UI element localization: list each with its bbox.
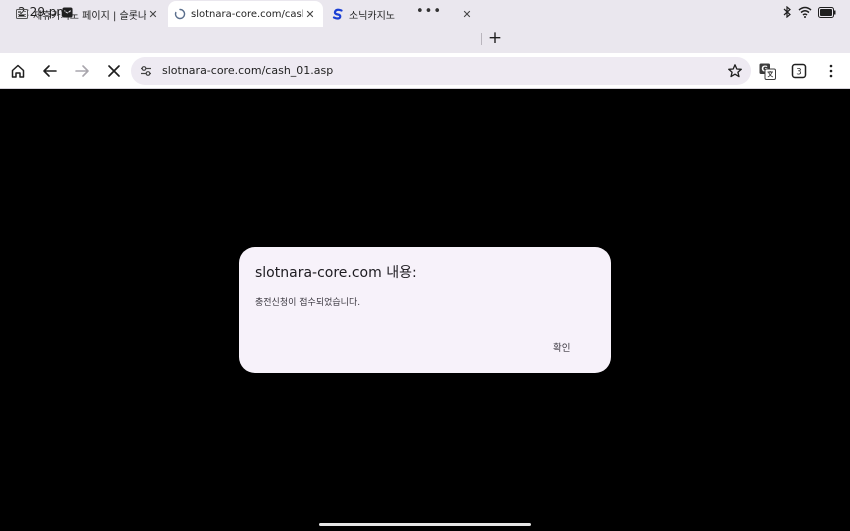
wifi-icon — [798, 6, 812, 18]
status-icons — [782, 6, 836, 18]
tab-title: 제휴카지노 페이지 | 슬롯나라 — [33, 10, 146, 22]
bluetooth-icon — [783, 6, 791, 18]
loading-spinner-icon — [174, 8, 186, 20]
tab-count-icon: 3 — [791, 63, 807, 79]
tab-switcher-button[interactable]: 3 — [789, 61, 809, 81]
tab-cash-page[interactable]: slotnara-core.com/cash_01.asp ✕ — [168, 1, 323, 27]
menu-button[interactable] — [821, 61, 841, 81]
translate-icon: G — [759, 63, 776, 80]
tab-separator — [481, 33, 482, 45]
more-vert-icon — [829, 64, 833, 78]
tab-affiliate-casino[interactable]: 제휴카지노 페이지 | 슬롯나라 ✕ — [10, 1, 166, 27]
dialog-title: slotnara-core.com 내용: — [255, 265, 417, 281]
url-text[interactable]: slotnara-core.com/cash_01.asp — [162, 64, 333, 77]
close-icon — [108, 65, 120, 77]
home-icon — [11, 64, 25, 78]
tab-close-icon[interactable]: ✕ — [303, 7, 317, 21]
tab-close-icon[interactable]: ✕ — [460, 7, 474, 21]
forward-button[interactable] — [72, 61, 92, 81]
back-arrow-icon — [43, 65, 57, 77]
sonic-favicon-icon — [332, 8, 343, 20]
site-settings-icon[interactable] — [140, 65, 152, 77]
tab-strip — [0, 26, 850, 53]
tab-count: 3 — [796, 68, 801, 78]
translate-button[interactable]: G — [757, 61, 777, 81]
back-button[interactable] — [40, 61, 60, 81]
new-tab-button[interactable]: + — [486, 29, 504, 47]
stop-loading-button[interactable] — [104, 61, 124, 81]
tab-close-icon[interactable]: ✕ — [146, 7, 160, 21]
browser-toolbar: slotnara-core.com/cash_01.asp G 3 — [0, 53, 850, 89]
home-button[interactable] — [8, 61, 28, 81]
forward-arrow-icon — [75, 65, 89, 77]
page-favicon-icon — [16, 9, 28, 19]
tab-title: slotnara-core.com/cash_01.asp — [191, 8, 303, 20]
dialog-message: 충전신청이 접수되었습니다. — [255, 298, 361, 308]
tab-sonic-casino[interactable]: 소닉카지노 ✕ — [326, 1, 480, 27]
ok-button[interactable]: 확인 — [549, 337, 574, 357]
alert-dialog: slotnara-core.com 내용: 충전신청이 접수되었습니다. 확인 — [239, 247, 611, 373]
bookmark-star-icon[interactable] — [727, 63, 743, 79]
battery-icon — [818, 6, 836, 18]
tab-title: 소닉카지노 — [349, 10, 395, 22]
address-bar[interactable]: slotnara-core.com/cash_01.asp — [131, 57, 751, 85]
home-indicator[interactable] — [319, 523, 531, 526]
